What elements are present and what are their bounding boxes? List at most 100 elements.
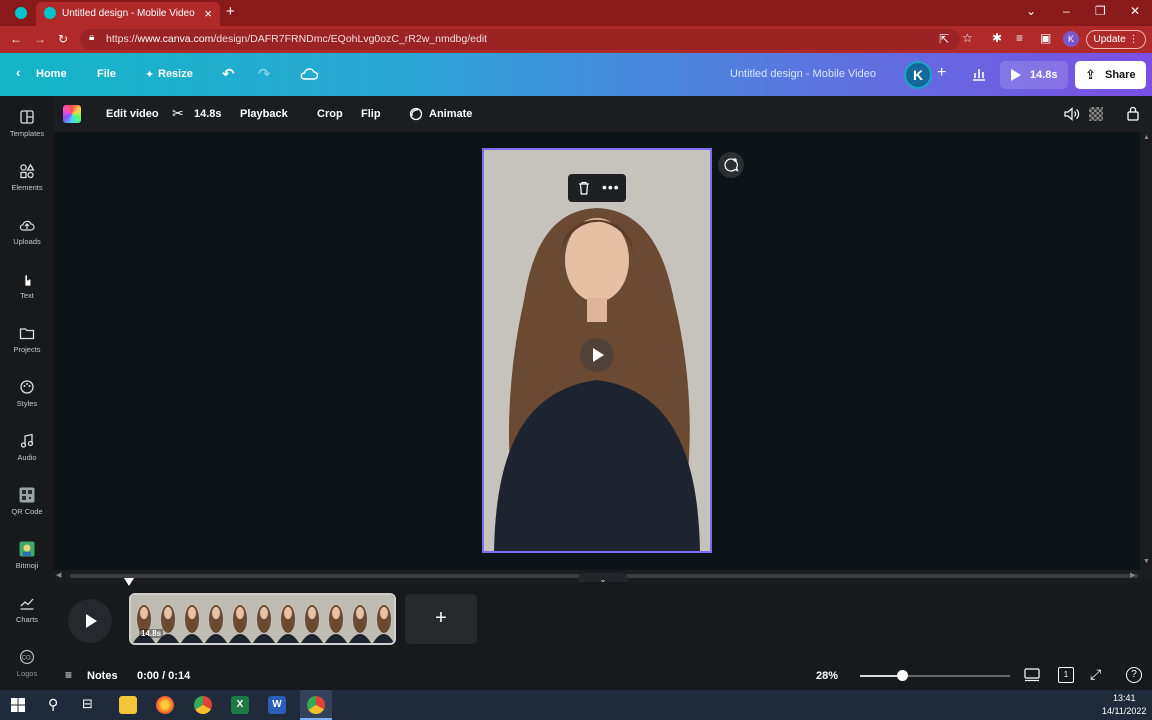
design-title[interactable]: Untitled design - Mobile Video [730, 68, 876, 80]
firefox-icon[interactable] [156, 696, 174, 714]
file-menu-button[interactable]: File [97, 68, 116, 80]
sidebar-item-elements[interactable]: Elements [0, 163, 54, 209]
sidebar-label: Projects [13, 345, 41, 354]
side-panel-icon[interactable]: ▣ [1040, 31, 1051, 45]
scroll-left-icon[interactable]: ◀ [56, 571, 61, 579]
maximize-icon[interactable]: ❐ [1095, 4, 1106, 18]
resize-icon[interactable]: ✦ [145, 68, 154, 81]
cloud-save-icon[interactable] [300, 67, 318, 81]
extensions-icon[interactable]: ✱ [992, 31, 1002, 45]
zoom-slider-thumb[interactable] [897, 670, 908, 681]
bitmoji-icon [19, 541, 35, 557]
sidebar-item-audio[interactable]: Audio [0, 433, 54, 479]
share-button[interactable]: ⇪ Share [1075, 61, 1146, 89]
sidebar-item-styles[interactable]: Styles [0, 379, 54, 425]
canvas-vertical-scrollbar[interactable]: ▲ ▼ [1140, 132, 1152, 570]
crop-button[interactable]: Crop [317, 108, 343, 120]
sidebar-item-bitmoji[interactable]: Bitmoji [0, 541, 54, 587]
user-avatar[interactable]: K [904, 61, 932, 89]
add-page-button[interactable]: + [405, 594, 477, 644]
sidebar-item-charts[interactable]: Charts [0, 595, 54, 641]
present-play-button[interactable]: 14.8s [1000, 61, 1068, 89]
windows-start-icon[interactable] [11, 698, 25, 712]
canva-favicon[interactable] [15, 7, 27, 19]
notes-icon[interactable]: ≡ [65, 668, 72, 682]
sidebar-label: Templates [9, 129, 45, 138]
word-icon[interactable]: W [268, 696, 286, 714]
sidebar-label: Uploads [13, 237, 41, 246]
chrome-icon[interactable] [194, 696, 212, 714]
scroll-up-icon[interactable]: ▲ [1143, 134, 1150, 141]
sidebar-item-text[interactable]: Text [0, 271, 54, 317]
task-view-icon[interactable]: ⊟ [82, 696, 93, 712]
lock-element-icon[interactable] [1127, 106, 1139, 121]
scissors-icon[interactable]: ✂ [172, 105, 184, 122]
windows-taskbar: ⚲ ⊟ X W 13:41 14/11/2022 [0, 690, 1152, 720]
playback-button[interactable]: Playback [240, 108, 288, 120]
grid-view-icon[interactable] [1024, 668, 1040, 682]
tab-search-chevron-icon[interactable]: ⌄ [1026, 4, 1036, 18]
sidebar-item-logos[interactable]: CO. Logos [0, 649, 54, 695]
profile-avatar[interactable]: K [1063, 31, 1079, 47]
new-tab-icon[interactable]: + [226, 3, 235, 20]
excel-icon[interactable]: X [231, 696, 249, 714]
edit-video-button[interactable]: Edit video [106, 108, 159, 120]
zoom-percentage[interactable]: 28% [816, 670, 838, 682]
video-play-button[interactable] [580, 338, 614, 372]
reload-icon[interactable]: ↻ [58, 32, 68, 46]
transparency-icon[interactable] [1089, 107, 1103, 121]
charts-icon [20, 598, 34, 610]
share-page-icon[interactable]: ⇱ [939, 32, 949, 46]
taskbar-search-icon[interactable]: ⚲ [48, 696, 58, 713]
back-arrow-icon[interactable]: ← [10, 32, 22, 46]
play-duration: 14.8s [1030, 69, 1058, 81]
chevron-left-icon[interactable]: ‹ [16, 65, 20, 80]
insights-chart-icon[interactable] [971, 66, 987, 82]
window-close-icon[interactable]: ✕ [1130, 4, 1140, 18]
sidebar-item-templates[interactable]: Templates [0, 109, 54, 155]
more-options-icon[interactable]: ••• [602, 179, 620, 195]
sidebar-label: Bitmoji [15, 561, 39, 570]
url-text: https://www.canva.com/design/DAFR7FRNDmc… [106, 33, 488, 45]
add-collaborator-icon[interactable]: + [937, 64, 946, 82]
trim-duration-button[interactable]: 14.8s [194, 108, 222, 120]
delete-trash-icon[interactable] [578, 181, 590, 195]
taskbar-date[interactable]: 14/11/2022 [1102, 706, 1146, 716]
video-frame[interactable]: ••• [482, 148, 712, 553]
browser-update-button[interactable]: Update ⋮ [1086, 30, 1146, 49]
share-label: Share [1105, 69, 1136, 81]
bookmark-star-icon[interactable]: ☆ [962, 31, 973, 45]
playback-time: 0:00 / 0:14 [137, 670, 191, 682]
file-explorer-icon[interactable] [119, 696, 137, 714]
sidebar-item-qr-code[interactable]: QR Code [0, 487, 54, 533]
taskbar-clock[interactable]: 13:41 [1113, 693, 1136, 703]
taskbar-active-app[interactable] [300, 690, 332, 720]
reading-list-icon[interactable]: ≡ [1016, 31, 1023, 45]
resize-button[interactable]: Resize [158, 68, 193, 80]
help-icon[interactable]: ? [1126, 667, 1142, 683]
color-picker-icon[interactable] [63, 105, 81, 123]
sidebar-item-uploads[interactable]: Uploads [0, 217, 54, 263]
flip-button[interactable]: Flip [361, 108, 381, 120]
sidebar-item-projects[interactable]: Projects [0, 325, 54, 371]
redo-icon[interactable]: ↷ [258, 65, 271, 83]
undo-icon[interactable]: ↶ [222, 65, 235, 83]
tab-close-icon[interactable]: × [204, 6, 212, 21]
animate-button[interactable]: Animate [429, 108, 472, 120]
home-button[interactable]: Home [36, 68, 67, 80]
lock-icon[interactable]: 🔒︎ [89, 32, 94, 43]
fullscreen-icon[interactable]: ⤢ [1090, 666, 1101, 683]
notes-button[interactable]: Notes [87, 670, 118, 682]
add-comment-icon[interactable] [718, 152, 744, 178]
volume-icon[interactable] [1064, 107, 1080, 121]
minimize-icon[interactable]: – [1063, 4, 1070, 18]
timeline-video-clip[interactable]: 14.8s [129, 593, 396, 645]
browser-tab-active[interactable]: Untitled design - Mobile Video × [36, 2, 220, 26]
scroll-down-icon[interactable]: ▼ [1143, 558, 1150, 565]
page-count-button[interactable]: 1 [1058, 667, 1074, 683]
timeline-play-button[interactable] [68, 599, 112, 643]
url-field[interactable]: 🔒︎ https://www.canva.com/design/DAFR7FRN… [80, 29, 960, 50]
forward-arrow-icon[interactable]: → [34, 32, 46, 46]
animate-icon[interactable] [409, 107, 423, 121]
scroll-right-icon[interactable]: ▶ [1130, 571, 1135, 579]
